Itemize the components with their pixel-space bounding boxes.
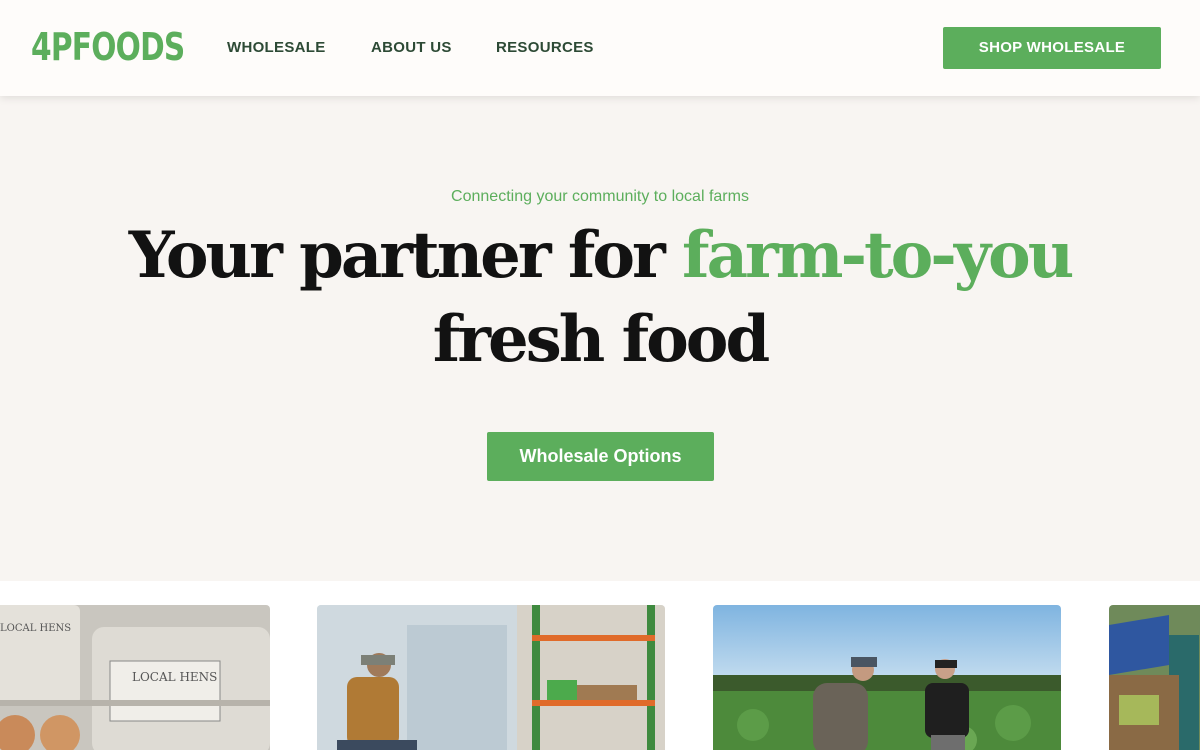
farm-field-photo: [713, 605, 1061, 750]
nav-wholesale[interactable]: WHOLESALE: [227, 38, 326, 58]
shop-wholesale-button[interactable]: SHOP WHOLESALE: [943, 27, 1161, 69]
wholesale-options-button[interactable]: Wholesale Options: [487, 432, 714, 481]
market-stall-photo: [1109, 605, 1200, 750]
headline-part-2: fresh food: [432, 302, 770, 377]
egg-cartons-photo: LOCAL HENS LOCAL HENS: [0, 605, 270, 750]
hero-tagline: Connecting your community to local farms: [451, 188, 749, 205]
site-header: 4PFOODS WHOLESALE ABOUT US RESOURCES SHO…: [0, 0, 1200, 96]
carton-label: LOCAL HENS: [132, 670, 217, 684]
nav-about-us[interactable]: ABOUT US: [371, 38, 452, 58]
nav-resources[interactable]: RESOURCES: [496, 38, 594, 58]
carton-label-2: LOCAL HENS: [0, 623, 71, 634]
hero-section: Connecting your community to local farms…: [0, 96, 1200, 581]
photo-gallery: LOCAL HENS LOCAL HENS: [0, 581, 1200, 750]
warehouse-worker-photo: [317, 605, 665, 750]
hero-headline: Your partner for farm-to-you fresh food: [0, 214, 1200, 382]
brand-logo[interactable]: 4PFOODS: [31, 24, 185, 70]
headline-highlight: farm-to-you: [682, 218, 1074, 293]
headline-part-1: Your partner for: [128, 218, 683, 293]
